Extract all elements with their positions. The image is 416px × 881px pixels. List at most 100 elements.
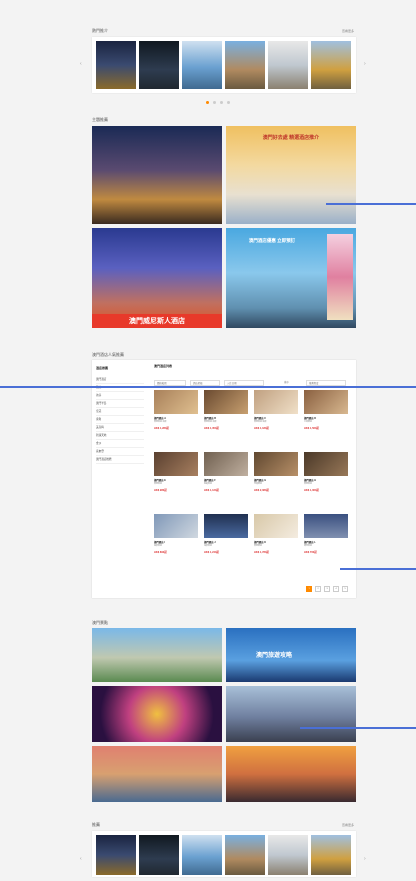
sidebar-item[interactable]: 金沙 xyxy=(96,440,144,448)
banner-venetian-caption: 澳門威尼斯人酒店 xyxy=(92,314,222,328)
hotel-desc: 行政套房 xyxy=(304,421,313,423)
hotel-name: 澳門酒店 I xyxy=(154,541,165,544)
page-button[interactable]: 5 xyxy=(342,586,348,592)
hotel-grid: 澳門酒店列表 價格範圍 酒店星級 入住日期 排序 推薦程度 澳門酒店 A 豪華客房… xyxy=(154,364,350,554)
bottom-strip-more-link[interactable]: 查看更多 xyxy=(342,823,354,827)
gallery-photo-2[interactable]: 澳門旅遊攻略 xyxy=(226,628,356,682)
annotation-line xyxy=(326,203,416,205)
sidebar-item[interactable]: 皇冠 xyxy=(96,408,144,416)
top-prev-arrow-icon[interactable]: ‹ xyxy=(80,61,82,67)
hotel-card[interactable]: 澳門酒店 C 豪華客房 城景 HK$ 1,180起 xyxy=(254,390,298,452)
sidebar-header: 酒店推薦 xyxy=(96,366,109,370)
hotel-name: 澳門酒店 J xyxy=(204,541,216,544)
banner-offer-title: 澳門酒店優惠 立即預訂 xyxy=(248,238,296,243)
hotel-price: HK$ 1,350起 xyxy=(204,426,219,430)
thumb-4[interactable] xyxy=(225,41,265,89)
banner-promo-title: 澳門好去處 精選酒店推介 xyxy=(262,135,320,141)
hotel-name: 澳門酒店 B xyxy=(204,417,216,420)
hotel-price: HK$ 760起 xyxy=(304,550,317,554)
grid-header: 澳門酒店列表 xyxy=(154,364,173,368)
carousel-dot[interactable] xyxy=(213,101,216,104)
bottom-thumb-1[interactable] xyxy=(96,835,136,875)
sidebar-item[interactable]: 澳門半島 xyxy=(96,400,144,408)
gallery-photo-4[interactable] xyxy=(226,686,356,742)
hotel-price: HK$ 1,780起 xyxy=(254,550,269,554)
hotel-name: 澳門酒店 E xyxy=(154,479,166,482)
bottom-thumb-5[interactable] xyxy=(268,835,308,875)
annotation-line xyxy=(0,386,416,388)
carousel-dot[interactable] xyxy=(227,101,230,104)
banner-promo[interactable]: 澳門好去處 精選酒店推介 xyxy=(226,126,356,224)
page-button[interactable]: 4 xyxy=(333,586,339,592)
hotel-card[interactable]: 澳門酒店 K 豪華套房 HK$ 1,780起 xyxy=(254,514,298,576)
sidebar-item[interactable]: 新濠天地 xyxy=(96,432,144,440)
page-button[interactable]: 2 xyxy=(315,586,321,592)
hotel-card[interactable]: 澳門酒店 B 豪華客房 海景 HK$ 1,350起 xyxy=(204,390,248,452)
hotel-desc: 尊貴套房 xyxy=(254,483,263,485)
hotel-list-card: 酒店推薦 澳門酒店 路氹 氹仔 澳門半島 皇冠 永利 美高梅 新濠天地 金沙 喜… xyxy=(92,360,356,598)
bottom-prev-arrow-icon[interactable]: ‹ xyxy=(80,856,82,862)
sidebar-item[interactable]: 氹仔 xyxy=(96,392,144,400)
hotel-card[interactable]: 澳門酒店 G 尊貴套房 HK$ 2,080起 xyxy=(254,452,298,514)
bottom-next-arrow-icon[interactable]: › xyxy=(364,856,366,862)
bottom-thumb-2[interactable] xyxy=(139,835,179,875)
thumb-2[interactable] xyxy=(139,41,179,89)
hotel-name: 澳門酒店 F xyxy=(204,479,216,482)
banner-venetian[interactable]: 澳門威尼斯人酒店 xyxy=(92,228,222,328)
hotel-desc: 海景客房 xyxy=(204,545,213,547)
hotel-desc: 豪華客房 xyxy=(154,483,163,485)
hotels-title: 澳門酒店人氣推薦 xyxy=(92,352,124,357)
thumb-1[interactable] xyxy=(96,41,136,89)
thumb-3[interactable] xyxy=(182,41,222,89)
sidebar-item[interactable]: 喜來登 xyxy=(96,448,144,456)
hotel-desc: 豪華客房 xyxy=(304,483,313,485)
hotel-desc: 豪華客房 城景 xyxy=(254,421,267,423)
bottom-strip-title: 推薦 xyxy=(92,822,100,827)
hotel-card[interactable]: 澳門酒店 E 豪華客房 HK$ 980起 xyxy=(154,452,198,514)
sidebar-item[interactable]: 美高梅 xyxy=(96,424,144,432)
hotel-price: HK$ 1,560起 xyxy=(304,426,319,430)
banner-parisian[interactable] xyxy=(92,126,222,224)
page-button[interactable]: 1 xyxy=(306,586,312,592)
bottom-thumb-4[interactable] xyxy=(225,835,265,875)
page: 熱門推介 查看更多 ‹ › 主題推薦 澳門好去處 精選酒店推介 澳門威尼斯人酒店… xyxy=(0,0,416,881)
banner-offer[interactable]: 澳門酒店優惠 立即預訂 xyxy=(226,228,356,328)
hotel-price: HK$ 1,240起 xyxy=(204,550,219,554)
thumb-6[interactable] xyxy=(311,41,351,89)
gallery-photo-1[interactable] xyxy=(92,628,222,682)
hotel-card[interactable]: 澳門酒店 H 豪華客房 HK$ 1,060起 xyxy=(304,452,348,514)
carousel-dot[interactable] xyxy=(206,101,209,104)
hotel-card[interactable]: 澳門酒店 L 標準客房 HK$ 760起 xyxy=(304,514,348,576)
hotel-name: 澳門酒店 K xyxy=(254,541,266,544)
bottom-thumb-6[interactable] xyxy=(311,835,351,875)
hotel-price: HK$ 1,060起 xyxy=(304,488,319,492)
hotel-price: HK$ 1,120起 xyxy=(204,488,219,492)
sidebar-item[interactable]: 澳門酒店推薦 xyxy=(96,456,144,464)
page-button[interactable]: 3 xyxy=(324,586,330,592)
bottom-thumb-3[interactable] xyxy=(182,835,222,875)
thumb-5[interactable] xyxy=(268,41,308,89)
gallery-photo-6[interactable] xyxy=(226,746,356,802)
hotel-name: 澳門酒店 L xyxy=(304,541,316,544)
hotel-desc: 豪華客房 海景 xyxy=(154,421,167,423)
carousel-dot[interactable] xyxy=(220,101,223,104)
hotel-sidebar: 酒店推薦 澳門酒店 路氹 氹仔 澳門半島 皇冠 永利 美高梅 新濠天地 金沙 喜… xyxy=(96,366,144,464)
hotel-card[interactable]: 澳門酒店 A 豪華客房 海景 HK$ 1,280起 xyxy=(154,390,198,452)
bottom-thumbnail-strip xyxy=(92,831,356,877)
sidebar-item[interactable]: 永利 xyxy=(96,416,144,424)
hotel-price: HK$ 1,280起 xyxy=(154,426,169,430)
annotation-line xyxy=(300,727,416,729)
hotel-card[interactable]: 澳門酒店 F 家庭客房 HK$ 1,120起 xyxy=(204,452,248,514)
gallery-photo-5[interactable] xyxy=(92,746,222,802)
hotel-price: HK$ 980起 xyxy=(154,488,167,492)
gallery-photo-3[interactable] xyxy=(92,686,222,742)
top-strip-more-link[interactable]: 查看更多 xyxy=(342,29,354,33)
hotel-name: 澳門酒店 A xyxy=(154,417,166,420)
sidebar-item[interactable]: 澳門酒店 xyxy=(96,376,144,384)
hotel-name: 澳門酒店 G xyxy=(254,479,267,482)
top-next-arrow-icon[interactable]: › xyxy=(364,61,366,67)
hotel-card[interactable]: 澳門酒店 I 城景客房 HK$ 890起 xyxy=(154,514,198,576)
hotel-card[interactable]: 澳門酒店 D 行政套房 HK$ 1,560起 xyxy=(304,390,348,452)
top-thumbnail-strip xyxy=(92,37,356,93)
hotel-card[interactable]: 澳門酒店 J 海景客房 HK$ 1,240起 xyxy=(204,514,248,576)
